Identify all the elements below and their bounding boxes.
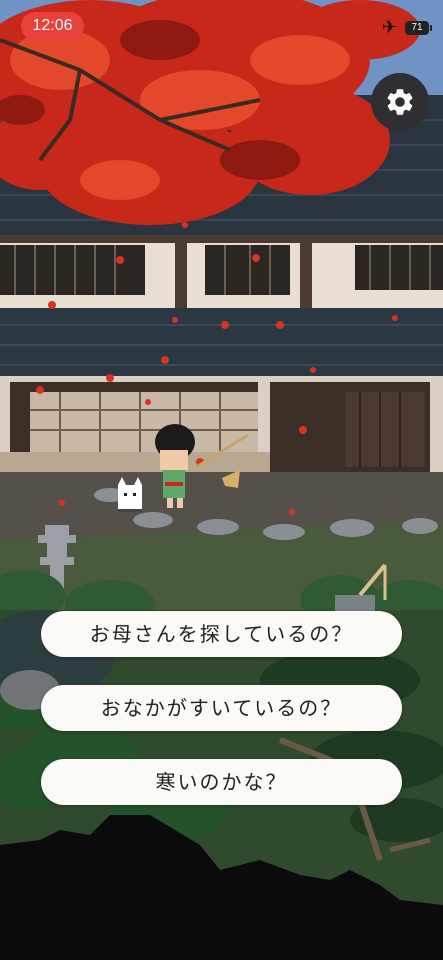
game-scene xyxy=(0,0,443,960)
choice-button-1[interactable]: お母さんを探しているの？ xyxy=(41,611,402,657)
choice-button-3[interactable]: 寒いのかな？ xyxy=(41,759,402,805)
status-time: 12:06 xyxy=(21,12,84,40)
status-indicators: ✈ 71 xyxy=(381,17,432,38)
settings-button[interactable] xyxy=(371,73,429,131)
choice-button-2[interactable]: おなかがすいているの？ xyxy=(41,685,402,731)
battery-indicator: 71 xyxy=(405,21,432,35)
airplane-icon: ✈ xyxy=(381,17,397,38)
gear-icon xyxy=(387,89,413,115)
